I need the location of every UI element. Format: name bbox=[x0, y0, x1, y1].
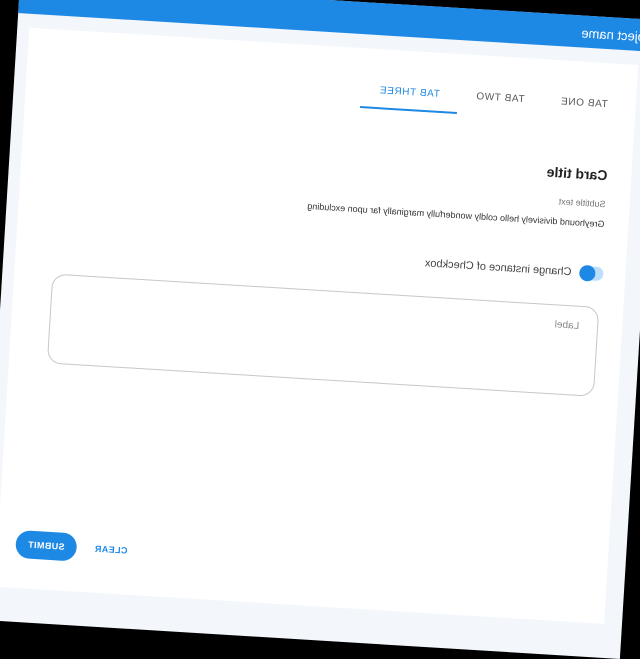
text-area-field[interactable]: Label bbox=[46, 273, 600, 397]
tab-two[interactable]: TAB TWO bbox=[457, 78, 544, 119]
checkbox-toggle[interactable] bbox=[578, 264, 604, 282]
card-title: Card title bbox=[546, 163, 608, 184]
toggle-knob bbox=[578, 264, 596, 282]
screen: Project name TAB ONE TAB TWO TAB THREE C… bbox=[0, 0, 640, 659]
card-actions: CLEAR SUBMIT bbox=[14, 529, 141, 566]
tab-one[interactable]: TAB ONE bbox=[541, 83, 626, 124]
tab-three[interactable]: TAB THREE bbox=[360, 72, 459, 114]
checkbox-label: Change instance of Checkbox bbox=[424, 257, 572, 279]
submit-button[interactable]: SUBMIT bbox=[14, 529, 78, 562]
card: TAB ONE TAB TWO TAB THREE Card title Sub… bbox=[0, 27, 639, 624]
app-title: Project name bbox=[580, 25, 640, 46]
tab-bar: TAB ONE TAB TWO TAB THREE bbox=[360, 72, 627, 128]
checkbox-row[interactable]: Change instance of Checkbox bbox=[424, 256, 604, 282]
card-subtitle: Subtitle text bbox=[558, 196, 606, 210]
clear-button[interactable]: CLEAR bbox=[82, 534, 141, 565]
text-field-label: Label bbox=[554, 319, 580, 332]
